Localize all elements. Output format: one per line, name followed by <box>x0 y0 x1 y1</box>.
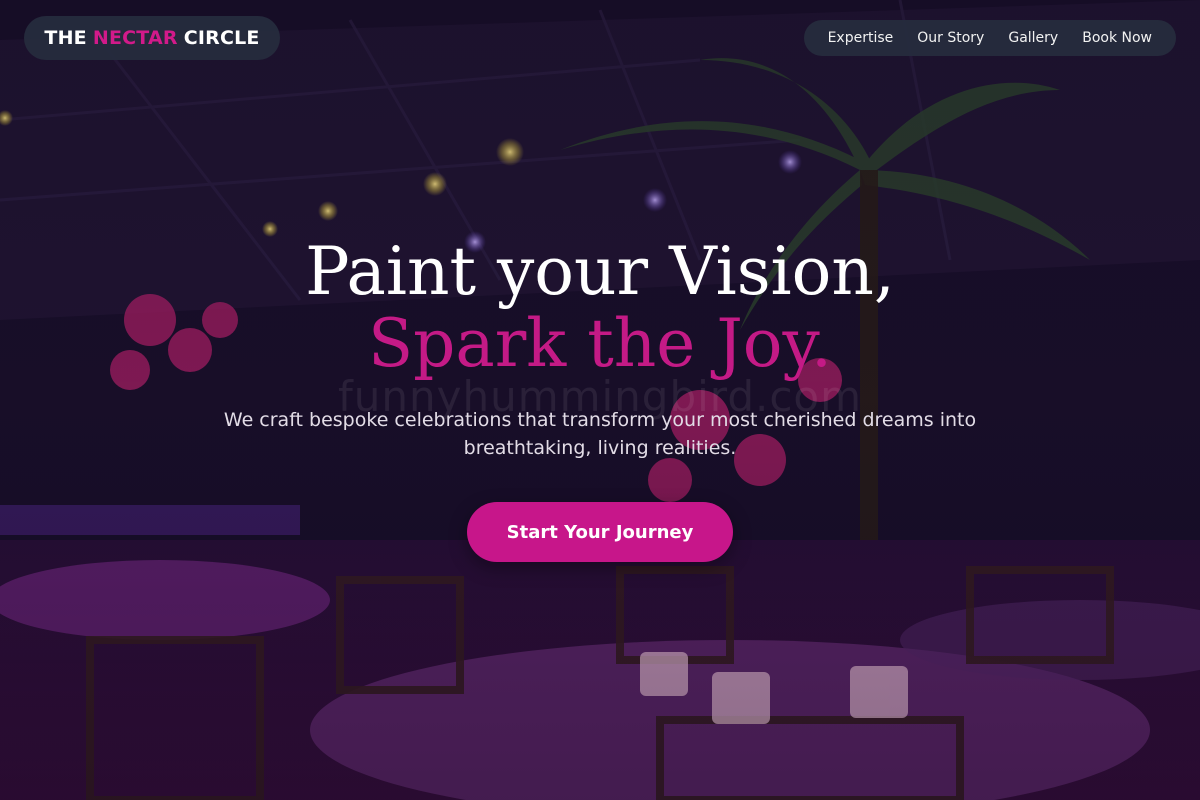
hero-title-line2: Spark the Joy. <box>367 305 833 382</box>
hero-title: Paint your Vision, Spark the Joy. <box>0 236 1200 380</box>
brand-logo[interactable]: THE NECTAR CIRCLE <box>24 16 280 60</box>
nav-link-expertise[interactable]: Expertise <box>816 30 906 46</box>
nav-link-book-now[interactable]: Book Now <box>1070 30 1164 46</box>
nav-link-our-story[interactable]: Our Story <box>905 30 996 46</box>
main-nav: Expertise Our Story Gallery Book Now <box>803 20 1176 56</box>
brand-word-circle: CIRCLE <box>183 27 260 49</box>
hero-title-line1: Paint your Vision, <box>305 233 895 310</box>
brand-word-the: THE <box>44 27 87 49</box>
nav-link-gallery[interactable]: Gallery <box>996 30 1070 46</box>
hero-subtitle: We craft bespoke celebrations that trans… <box>223 409 977 459</box>
brand-word-nectar: NECTAR <box>92 27 178 49</box>
start-journey-button[interactable]: Start Your Journey <box>467 502 733 562</box>
